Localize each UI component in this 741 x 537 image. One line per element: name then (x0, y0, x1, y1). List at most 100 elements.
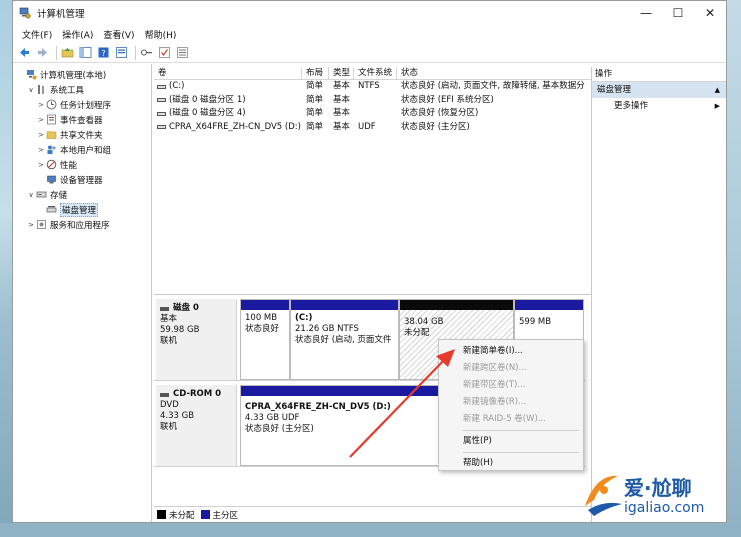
disk-management-icon (46, 204, 57, 215)
tree-item-label: 任务计划程序 (60, 100, 112, 111)
up-level-button[interactable] (60, 45, 75, 60)
partition-size: 599 MB (519, 317, 552, 327)
disk-size: 59.98 GB (160, 325, 200, 335)
desktop-background-left (0, 0, 12, 537)
chevron-down-icon[interactable]: ∨ (26, 191, 36, 199)
table-cell (354, 94, 397, 108)
menu-bar: 文件(F) 操作(A) 查看(V) 帮助(H) (13, 25, 726, 43)
tree-item-8[interactable]: ∨ 存储 (13, 187, 151, 202)
table-cell: 状态良好 (主分区) (401, 121, 470, 132)
unallocated-bar (400, 300, 513, 310)
menu-help[interactable]: 帮助(H) (140, 28, 182, 41)
cdrom-icon (160, 392, 169, 397)
partition-c[interactable]: (C:) 21.26 GB NTFS 状态良好 (启动, 页面文件 (290, 299, 399, 380)
table-row[interactable]: CPRA_X64FRE_ZH-CN_DV5 (D:) 简单 基本 UDF 状态良好 (主… (154, 121, 591, 135)
menu-action[interactable]: 操作(A) (57, 28, 98, 41)
tree-item-label: 事件查看器 (60, 115, 103, 126)
collapse-up-icon: ▲ (714, 86, 720, 94)
tree-item-6[interactable]: > 性能 (13, 157, 151, 172)
tree-item-7[interactable]: 设备管理器 (13, 172, 151, 187)
tree-item-0[interactable]: 计算机管理(本地) (13, 67, 151, 82)
cdrom-0-label[interactable]: CD-ROM 0 DVD 4.33 GB 联机 (156, 385, 237, 466)
volume-name: (磁盘 0 磁盘分区 4) (169, 108, 246, 118)
event-viewer-icon (46, 114, 57, 125)
tree-item-2[interactable]: > 任务计划程序 (13, 97, 151, 112)
primary-partition-bar (241, 300, 289, 310)
chevron-right-icon[interactable]: > (36, 161, 46, 169)
close-button[interactable]: ✕ (694, 1, 726, 25)
disk-icon (160, 306, 169, 311)
properties-button[interactable] (114, 45, 129, 60)
tree-item-label: 存储 (50, 190, 68, 201)
partition-status: 未分配 (404, 328, 430, 338)
chevron-right-icon[interactable]: > (36, 116, 46, 124)
more-actions[interactable]: 更多操作 ▶ (592, 98, 726, 114)
column-header-layout[interactable]: 布局 (302, 67, 329, 79)
chevron-down-icon[interactable]: ∨ (26, 86, 36, 94)
volume-list-header: 卷 布局 类型 文件系统 状态 (154, 67, 591, 80)
desktop-background-right (727, 0, 741, 537)
connect-drive-button[interactable] (139, 45, 154, 60)
desktop-background-bottom (0, 523, 741, 537)
title-bar[interactable]: 计算机管理 — ☐ ✕ (13, 1, 726, 25)
table-cell: 简单 (306, 108, 324, 118)
volume-name: (磁盘 0 磁盘分区 1) (169, 94, 246, 105)
computer-management-window: 计算机管理 — ☐ ✕ 文件(F) 操作(A) 查看(V) 帮助(H) ? 计算… (12, 0, 727, 523)
legend: 未分配 主分区 (154, 506, 591, 522)
table-row[interactable]: (磁盘 0 磁盘分区 4) 简单 基本 状态良好 (恢复分区) (154, 107, 591, 121)
context-menu-item-8[interactable]: 帮助(H) (439, 455, 583, 472)
primary-swatch (200, 510, 210, 519)
column-header-status[interactable]: 状态 (397, 67, 591, 79)
tree-item-3[interactable]: > 事件查看器 (13, 112, 151, 127)
actions-pane: 操作 磁盘管理 ▲ 更多操作 ▶ (591, 67, 726, 522)
disk-status: 联机 (160, 336, 178, 346)
column-header-type[interactable]: 类型 (329, 67, 354, 79)
tree-item-label: 服务和应用程序 (50, 220, 110, 231)
disk-0-label[interactable]: 磁盘 0 基本 59.98 GB 联机 (156, 299, 237, 380)
arrow-left-icon (20, 48, 29, 57)
context-menu-item-0[interactable]: 新建简单卷(I)... (439, 343, 583, 360)
back-button[interactable] (17, 45, 32, 60)
check-button[interactable] (157, 45, 172, 60)
table-cell: 基本 (333, 81, 351, 91)
actions-selected-label: 磁盘管理 (597, 85, 632, 95)
tree-item-label: 磁盘管理 (60, 202, 99, 217)
disk-name: CD-ROM 0 (173, 389, 222, 399)
context-menu-item-2: 新建带区卷(T)... (463, 380, 526, 390)
primary-partition-bar (291, 300, 398, 310)
table-row[interactable]: (C:) 简单 基本 NTFS 状态良好 (启动, 页面文件, 故障转储, 基本数据分 (154, 80, 591, 94)
chevron-right-icon[interactable]: > (26, 221, 36, 229)
column-header-volume[interactable]: 卷 (154, 67, 302, 79)
forward-button[interactable] (35, 45, 50, 60)
toolbar: ? (13, 43, 726, 63)
chevron-right-icon[interactable]: > (36, 146, 46, 154)
list-view-button[interactable] (175, 45, 190, 60)
console-tree-icon (79, 47, 92, 58)
watermark-text-en: igaliao.com (624, 500, 705, 516)
system-tools-icon (36, 84, 47, 95)
partition-efi[interactable]: 100 MB 状态良好 (240, 299, 290, 380)
tree-item-9[interactable]: 磁盘管理 (13, 202, 151, 217)
tree-item-1[interactable]: ∨ 系统工具 (13, 82, 151, 97)
disk-type: DVD (160, 400, 179, 410)
show-hide-tree-button[interactable] (78, 45, 93, 60)
column-header-filesystem[interactable]: 文件系统 (354, 67, 397, 79)
tree-item-4[interactable]: > 共享文件夹 (13, 127, 151, 142)
menu-file[interactable]: 文件(F) (17, 28, 57, 41)
toolbar-separator (56, 45, 57, 60)
tree-item-label: 本地用户和组 (60, 145, 112, 156)
menu-view[interactable]: 查看(V) (98, 28, 139, 41)
computer-management-icon (19, 7, 31, 19)
help-button[interactable]: ? (96, 45, 111, 60)
help-icon: ? (98, 47, 109, 58)
drive-icon (157, 98, 166, 103)
actions-disk-management[interactable]: 磁盘管理 ▲ (592, 82, 726, 98)
minimize-button[interactable]: — (630, 1, 662, 25)
tree-item-5[interactable]: > 本地用户和组 (13, 142, 151, 157)
context-menu-item-6[interactable]: 属性(P) (439, 433, 583, 450)
chevron-right-icon[interactable]: > (36, 101, 46, 109)
maximize-button[interactable]: ☐ (662, 1, 694, 25)
chevron-right-icon[interactable]: > (36, 131, 46, 139)
tree-item-10[interactable]: > 服务和应用程序 (13, 217, 151, 232)
table-row[interactable]: (磁盘 0 磁盘分区 1) 简单 基本 状态良好 (EFI 系统分区) (154, 94, 591, 108)
